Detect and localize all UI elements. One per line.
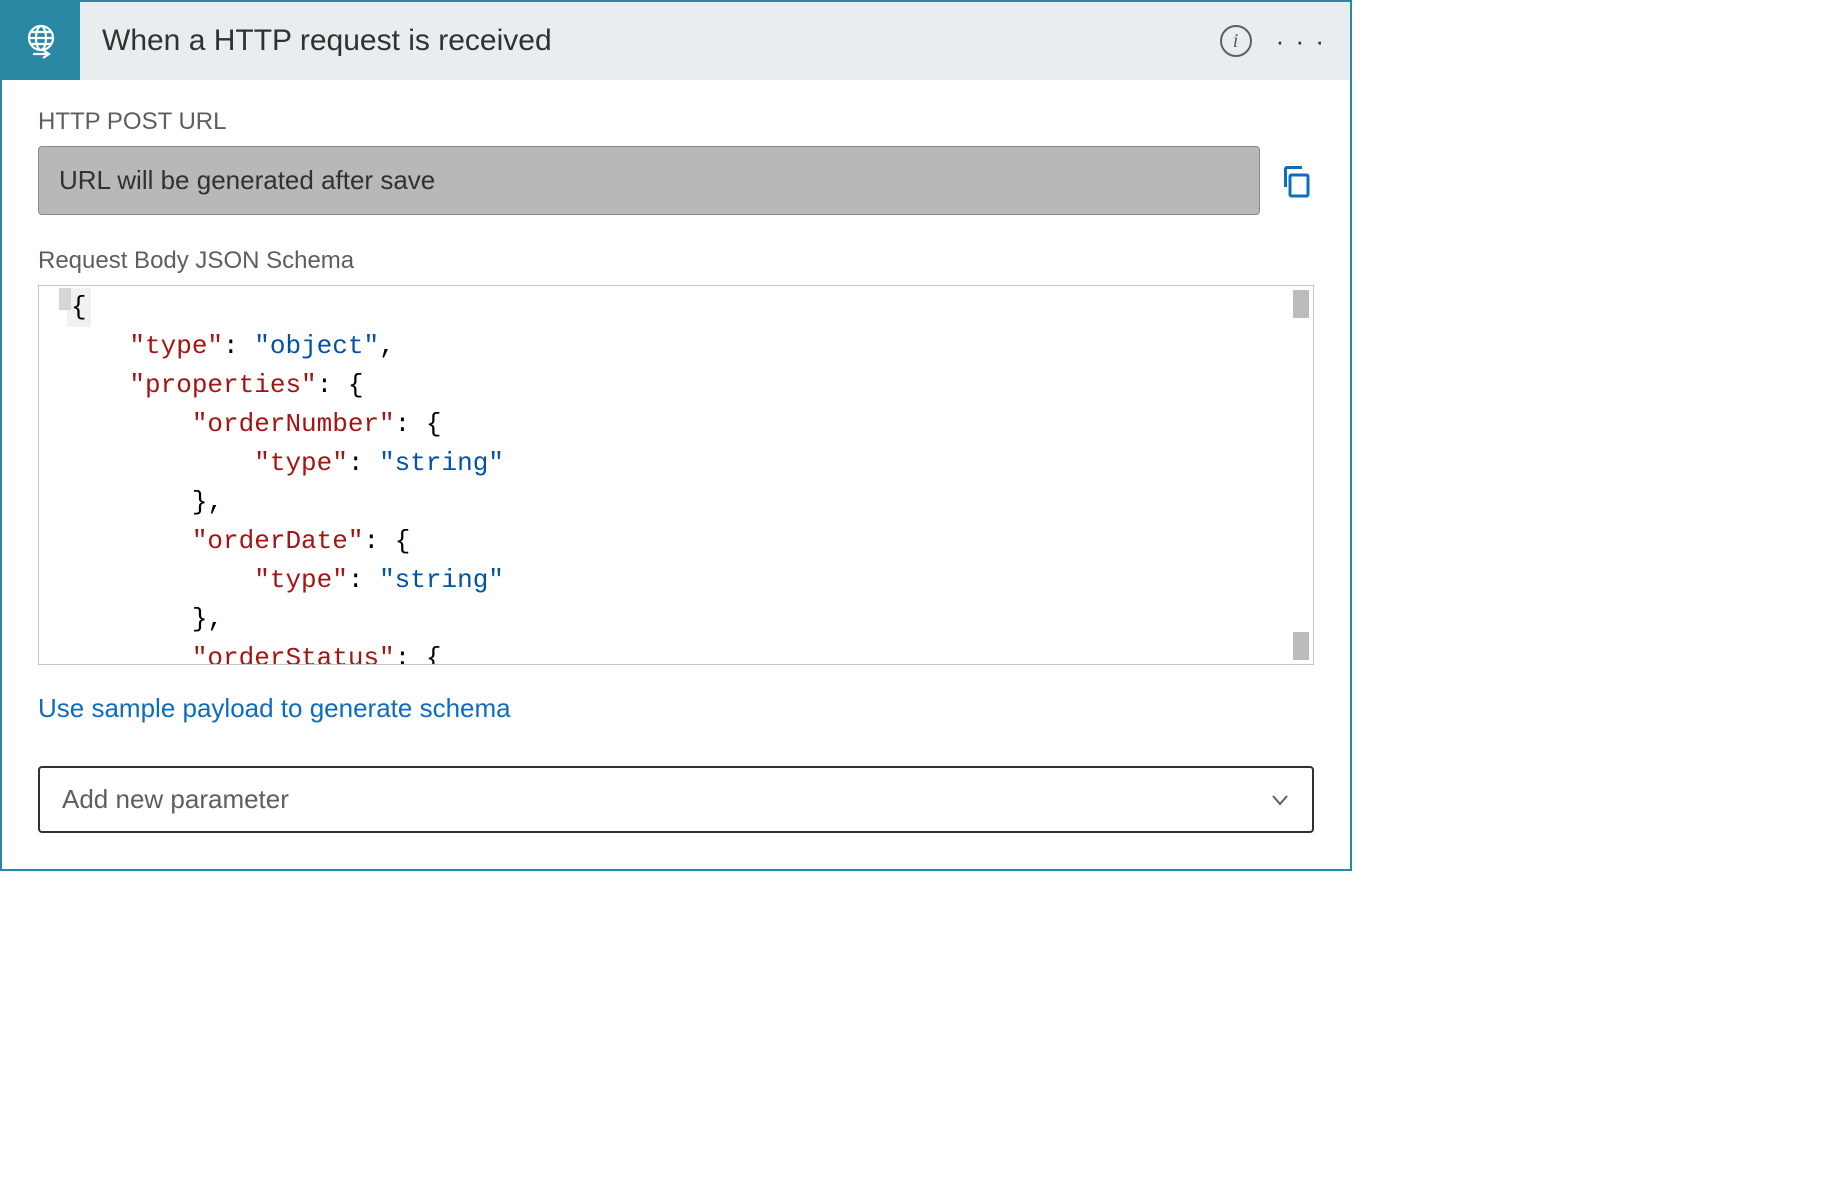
fold-gutter-icon (59, 288, 71, 310)
card-header: When a HTTP request is received i · · · (2, 2, 1350, 80)
use-sample-payload-link[interactable]: Use sample payload to generate schema (38, 693, 511, 724)
add-new-parameter-dropdown[interactable]: Add new parameter (38, 766, 1314, 833)
http-trigger-icon (2, 2, 80, 80)
schema-label: Request Body JSON Schema (38, 247, 1314, 275)
card-title: When a HTTP request is received (80, 24, 1220, 58)
copy-icon (1278, 163, 1314, 199)
add-parameter-label: Add new parameter (62, 784, 289, 815)
info-icon[interactable]: i (1220, 25, 1252, 57)
scrollbar-thumb-bottom[interactable] (1293, 632, 1309, 660)
url-label: HTTP POST URL (38, 108, 1314, 136)
card-body: HTTP POST URL URL will be generated afte… (2, 80, 1350, 869)
copy-url-button[interactable] (1278, 163, 1314, 199)
http-post-url-field: URL will be generated after save (38, 146, 1260, 215)
url-row: URL will be generated after save (38, 146, 1314, 215)
schema-editor[interactable]: { "type": "object", "properties": { "ord… (38, 285, 1314, 665)
trigger-card: When a HTTP request is received i · · · … (0, 0, 1352, 871)
more-menu-button[interactable]: · · · (1276, 28, 1326, 54)
scrollbar-thumb-top[interactable] (1293, 290, 1309, 318)
chevron-down-icon (1270, 790, 1290, 810)
schema-json-content: { "type": "object", "properties": { "ord… (39, 286, 1313, 665)
header-actions: i · · · (1220, 25, 1350, 57)
